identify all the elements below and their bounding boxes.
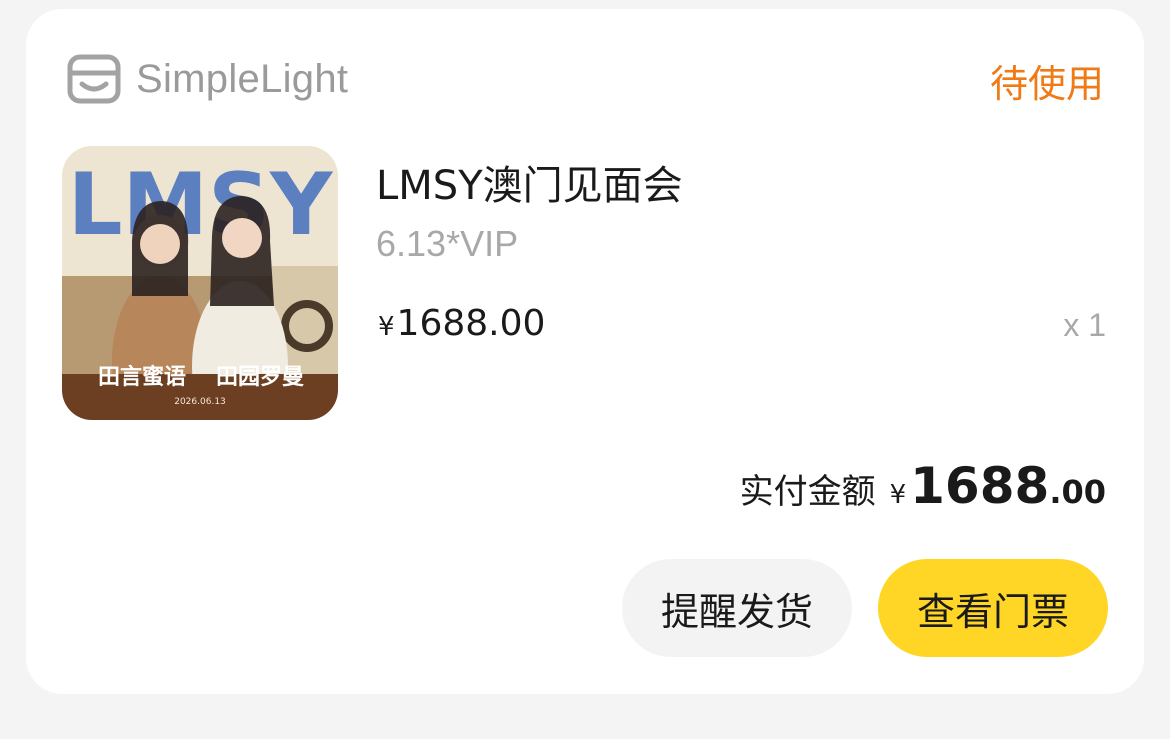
poster-name-left: 田言蜜语 (98, 364, 186, 390)
poster-name-right: 田园罗曼 (216, 365, 304, 390)
total-integer: 1688 (910, 457, 1050, 515)
order-card[interactable]: SimpleLight 待使用 LMSY 田言蜜语 田园罗曼 2026.06.1… (26, 9, 1144, 694)
total-decimal: .00 (1049, 473, 1106, 511)
total-currency: ¥ (889, 480, 907, 510)
remind-shipment-button[interactable]: 提醒发货 (622, 559, 852, 657)
product-variant: 6.13*VIP (376, 223, 519, 264)
order-status: 待使用 (989, 62, 1104, 106)
view-ticket-button[interactable]: 查看门票 (878, 559, 1108, 657)
poster-date: 2026.06.13 (174, 397, 226, 407)
product-poster[interactable]: LMSY 田言蜜语 田园罗曼 2026.06.13 (62, 146, 338, 420)
price-value: 1688.00 (396, 303, 546, 344)
shop-icon (67, 54, 121, 104)
brand-name: SimpleLight (136, 56, 349, 101)
product-quantity: x 1 (1063, 307, 1106, 343)
total-label: 实付金额 (739, 472, 876, 512)
store-brand[interactable]: SimpleLight (66, 49, 348, 109)
total-paid: 实付金额 ¥ 1688 .00 (740, 457, 1106, 515)
poster-headline: LMSY (68, 155, 334, 255)
product-price: ¥1688.00 (378, 303, 545, 344)
price-currency: ¥ (378, 312, 395, 342)
product-title[interactable]: LMSY澳门见面会 (376, 153, 683, 211)
